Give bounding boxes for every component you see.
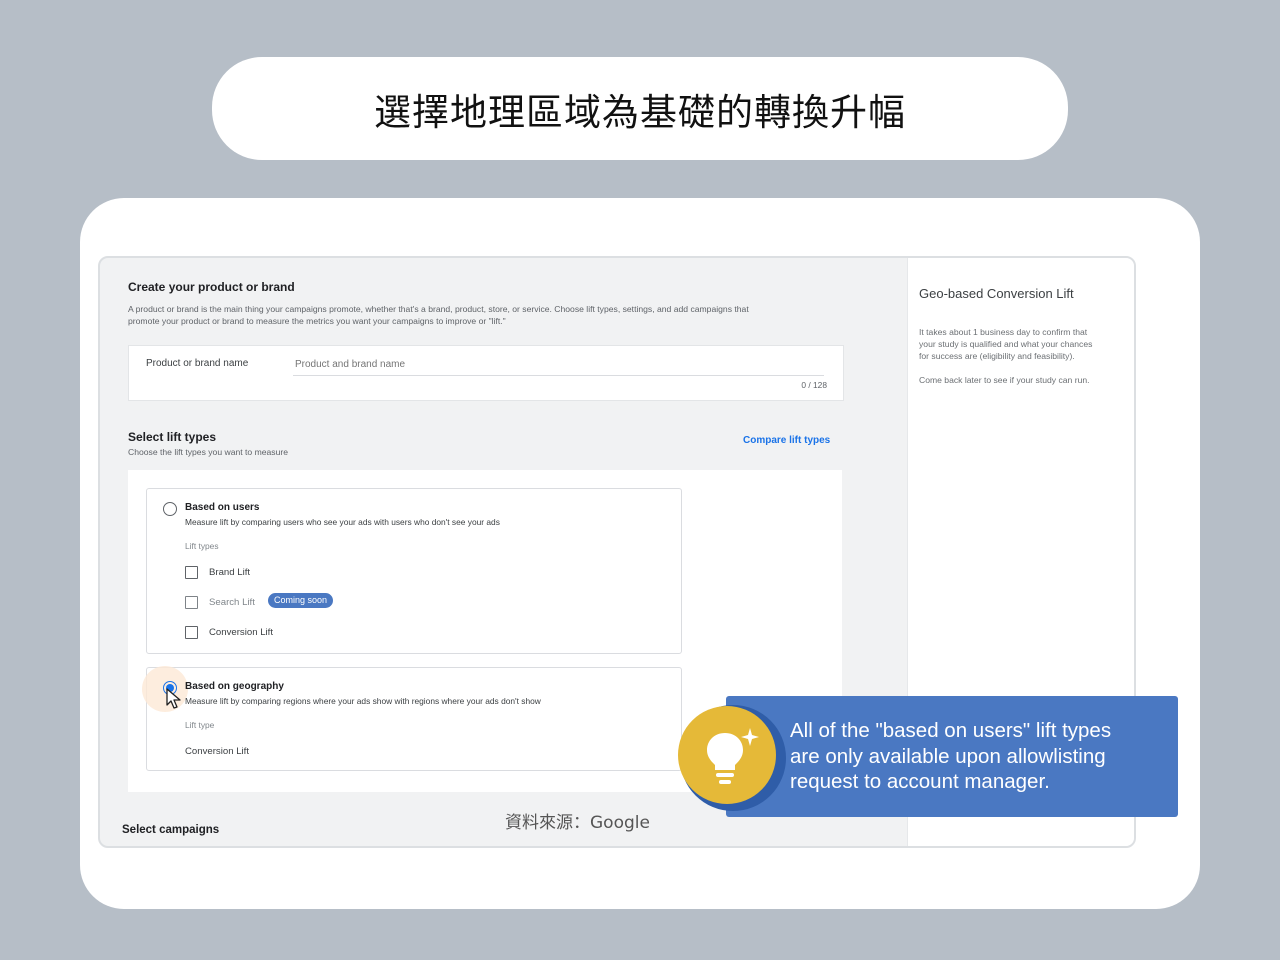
coming-soon-badge: Coming soon <box>268 593 334 608</box>
geography-lift-type-value: Conversion Lift <box>185 746 249 757</box>
brand-name-field-card: Product or brand name 0 / 128 <box>128 345 844 401</box>
geography-option-description: Measure lift by comparing regions where … <box>185 696 541 706</box>
users-option-description: Measure lift by comparing users who see … <box>185 517 500 527</box>
lift-types-heading: Select lift types <box>128 430 217 444</box>
brand-lift-checkbox[interactable] <box>185 566 198 579</box>
mouse-cursor-icon <box>166 688 181 709</box>
users-option-title: Based on users <box>185 502 260 513</box>
search-lift-checkbox[interactable] <box>185 596 198 609</box>
brand-lift-label: Brand Lift <box>209 567 251 578</box>
source-caption: 資料來源：Google <box>505 813 650 833</box>
callout-line1: All of the "based on users" lift types <box>790 719 1112 742</box>
conversion-lift-label: Conversion Lift <box>209 627 273 638</box>
callout-line2: are only available upon allowlisting <box>790 744 1106 768</box>
conversion-lift-checkbox[interactable] <box>185 626 198 639</box>
slide-title: 選擇地理區域為基礎的轉換升幅 <box>374 90 906 134</box>
compare-lift-types-link[interactable]: Compare lift types <box>743 435 830 446</box>
create-description-line1: A product or brand is the main thing you… <box>128 304 749 314</box>
callout-text: All of the "based on users" lift types a… <box>790 718 1160 795</box>
side-panel-para1-line3: for success are (eligibility and feasibi… <box>919 351 1075 361</box>
geography-option-title: Based on geography <box>185 681 284 692</box>
create-description-line2: promote your product or brand to measure… <box>128 316 506 326</box>
side-panel-para1-line1: It takes about 1 business day to confirm… <box>919 327 1088 337</box>
create-heading: Create your product or brand <box>128 280 295 294</box>
slide-title-banner: 選擇地理區域為基礎的轉換升幅 <box>212 57 1068 160</box>
users-lift-types-label: Lift types <box>185 541 219 551</box>
callout-line3: request to account manager. <box>790 770 1050 793</box>
lightbulb-icon <box>678 706 776 804</box>
select-campaigns-heading: Select campaigns <box>122 824 220 836</box>
brand-name-input[interactable] <box>293 354 824 376</box>
option-based-on-users[interactable]: Based on users Measure lift by comparing… <box>146 488 682 654</box>
brand-name-label: Product or brand name <box>146 358 249 369</box>
geography-lift-type-label: Lift type <box>185 720 215 730</box>
option-based-on-geography[interactable]: Based on geography Measure lift by compa… <box>142 666 682 771</box>
users-radio-button[interactable] <box>163 502 177 516</box>
side-panel-para2: Come back later to see if your study can… <box>919 375 1090 385</box>
brand-name-counter: 0 / 128 <box>801 380 827 390</box>
info-callout: All of the "based on users" lift types a… <box>726 696 1178 817</box>
lift-types-subheading: Choose the lift types you want to measur… <box>128 447 289 457</box>
side-panel-para1-line2: your study is qualified and what your ch… <box>919 339 1093 349</box>
side-panel-title: Geo-based Conversion Lift <box>919 286 1074 301</box>
search-lift-label: Search Lift <box>209 597 255 608</box>
